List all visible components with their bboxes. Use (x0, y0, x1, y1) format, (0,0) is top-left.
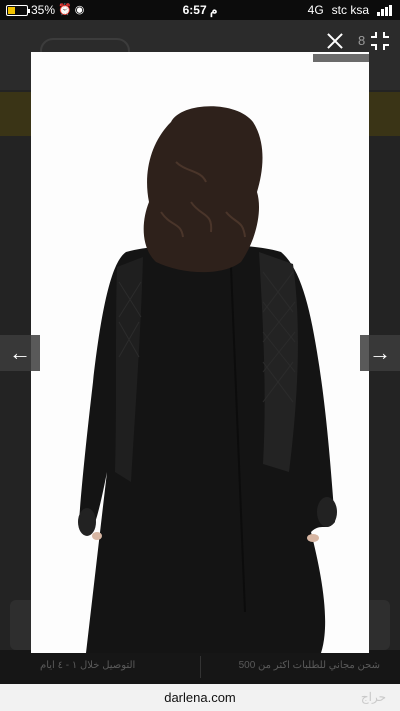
previous-image-button[interactable]: ← (0, 335, 40, 371)
abaya-back-photo (31, 52, 369, 653)
carrier-name: stc ksa (331, 3, 369, 17)
url-text: darlena.com (164, 690, 236, 705)
watermark-logo: حراج (360, 690, 386, 704)
status-bar: 35% ⏰ ◉ 6:57 م 4G stc ksa (0, 0, 400, 20)
fullscreen-icon[interactable] (371, 32, 389, 50)
product-image (31, 52, 369, 653)
signal-icon (377, 4, 392, 16)
footer-delivery-text: التوصيل خلال ١ - ٤ ايام (40, 660, 136, 671)
next-image-button[interactable]: → (360, 335, 400, 371)
url-bar[interactable]: darlena.com حراج (0, 684, 400, 711)
thumbnail-strip-indicator (313, 54, 369, 62)
status-right: 4G stc ksa (308, 3, 392, 17)
footer-divider (200, 656, 201, 678)
background-footer: التوصيل خلال ١ - ٤ ايام شحن مجاني للطلبا… (0, 650, 400, 684)
footer-shipping-text: شحن مجاني للطلبات اكثر من 500 (238, 660, 380, 671)
image-counter: 8 (358, 33, 366, 48)
close-icon[interactable] (322, 28, 348, 54)
network-type: 4G (307, 3, 324, 17)
